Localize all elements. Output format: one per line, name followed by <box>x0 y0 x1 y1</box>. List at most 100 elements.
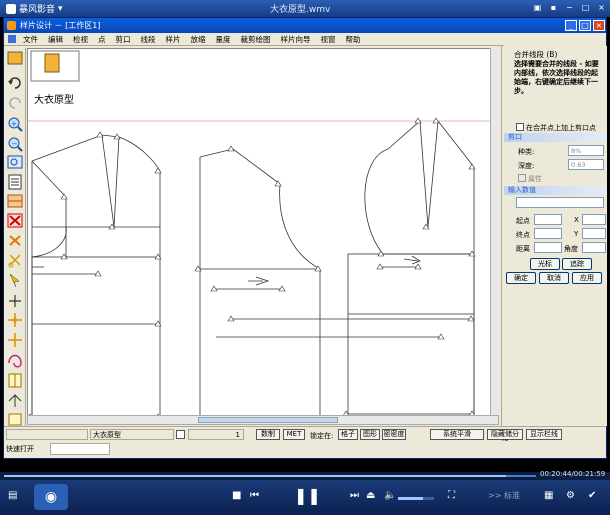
delete-icon[interactable] <box>7 213 23 228</box>
ok-button[interactable]: 确定 <box>506 272 536 284</box>
pin-icon[interactable]: ▪ <box>548 2 559 13</box>
merge-line-icon[interactable] <box>8 394 22 407</box>
app-title: 样片设计 － [工作区1] <box>20 21 101 30</box>
draft-button[interactable]: 数制 <box>256 429 280 440</box>
next-icon[interactable]: ⏭ <box>350 490 359 501</box>
maximize-icon[interactable]: □ <box>580 2 591 13</box>
drawing-canvas[interactable]: 大衣原型 <box>27 48 499 418</box>
type-select[interactable]: 8% <box>568 145 604 156</box>
zoom-in-icon[interactable]: + <box>8 117 23 132</box>
angle-input[interactable] <box>582 242 606 253</box>
menu-piece-wizard[interactable]: 样片向导 <box>276 34 316 45</box>
menu-measure[interactable]: 量度 <box>211 34 236 45</box>
volume-icon[interactable]: 🔈 <box>384 490 396 501</box>
volume-slider[interactable] <box>398 497 434 500</box>
eye-icon[interactable]: ◉ <box>34 484 68 510</box>
split-line-icon[interactable] <box>8 373 22 388</box>
attr-checkbox[interactable] <box>518 174 526 182</box>
menu-edit[interactable]: 编辑 <box>43 34 68 45</box>
quick-open-bar: 快速打开 <box>4 441 606 458</box>
player-brand[interactable]: 暴风影音 ▾ <box>6 2 63 15</box>
standard-button[interactable]: >> 标准 <box>488 490 520 501</box>
undo-icon[interactable] <box>8 77 21 89</box>
quick-open-input[interactable] <box>50 443 110 455</box>
notch-checkbox[interactable] <box>516 123 524 131</box>
pattern-drawing[interactable] <box>28 49 499 418</box>
grid-button[interactable]: 格子 <box>338 429 358 440</box>
playlist-icon[interactable]: ▦ <box>544 490 553 501</box>
menu-view[interactable]: 检视 <box>68 34 93 45</box>
density-button[interactable]: 密密度 <box>382 429 406 440</box>
depth-input[interactable]: 0.63 <box>568 159 604 170</box>
cut-icon[interactable] <box>8 254 21 268</box>
y-input[interactable] <box>582 228 606 239</box>
piece-thumbnail[interactable] <box>30 50 80 82</box>
menu-grade[interactable]: 放缩 <box>186 34 211 45</box>
move-point-icon[interactable] <box>8 313 22 327</box>
apply-button[interactable]: 应用 <box>572 272 602 284</box>
side-bodice-piece[interactable] <box>199 148 473 417</box>
notes-icon[interactable] <box>8 174 22 190</box>
x-input[interactable] <box>582 214 606 225</box>
zoom-out-icon[interactable]: − <box>8 137 23 152</box>
angle-label: 角度 <box>564 245 578 253</box>
hide-lines-button[interactable]: 隐藏储分线 <box>487 429 523 447</box>
progress-track[interactable] <box>4 475 536 477</box>
menu-line[interactable]: 线段 <box>136 34 161 45</box>
player-title-bar: 暴风影音 ▾ 大衣原型.wmv ▣ ▪ − □ × <box>0 0 610 17</box>
shape-button[interactable]: 图形 <box>360 429 380 440</box>
rotate-icon[interactable] <box>8 413 22 426</box>
check-icon[interactable]: ✔ <box>588 490 596 501</box>
front-bodice-piece[interactable] <box>347 120 475 417</box>
app-minimize-icon[interactable]: _ <box>565 20 577 31</box>
lock-label: 锁定在: <box>310 432 334 440</box>
system-smooth-button[interactable]: 系统平滑 <box>430 429 484 440</box>
fullscreen-icon[interactable]: ⛶ <box>448 490 455 501</box>
piece-icon[interactable] <box>7 51 23 65</box>
delete-point-icon[interactable] <box>9 235 21 246</box>
met-button[interactable]: MET <box>283 429 305 440</box>
horizontal-scroll-thumb[interactable] <box>198 417 338 423</box>
status-number-field[interactable]: 1 <box>188 429 244 440</box>
value-input[interactable] <box>516 197 604 208</box>
settings-icon[interactable]: ⚙ <box>566 490 575 501</box>
menu-file[interactable]: 文件 <box>18 34 43 45</box>
redo-icon[interactable] <box>9 97 21 109</box>
cursor-button[interactable]: 光标 <box>530 258 560 270</box>
add-point-icon[interactable] <box>9 295 21 307</box>
status-bar: 大衣原型 1 数制 MET 锁定在: 格子 图形 密密度 系统平滑 隐藏储分线 … <box>4 426 606 447</box>
menu-notch[interactable]: 剪口 <box>111 34 136 45</box>
app-close-icon[interactable]: × <box>593 20 605 31</box>
horizontal-scrollbar[interactable] <box>27 415 499 425</box>
menu-piece[interactable]: 样片 <box>161 34 186 45</box>
previous-icon[interactable]: ⏮ <box>250 490 259 501</box>
status-checkbox[interactable] <box>176 430 185 439</box>
menu-point[interactable]: 点 <box>93 34 111 45</box>
menu-help[interactable]: 帮助 <box>341 34 366 45</box>
toolbox-icon[interactable]: ▤ <box>8 490 17 501</box>
menu-cut-draw[interactable]: 裁剪绘图 <box>236 34 276 45</box>
stop-icon[interactable]: ■ <box>232 490 241 501</box>
select-icon[interactable] <box>9 273 20 288</box>
app-maximize-icon[interactable]: □ <box>579 20 591 31</box>
close-icon[interactable]: × <box>596 2 607 13</box>
menu-window[interactable]: 视窗 <box>316 34 341 45</box>
move-line-icon[interactable] <box>8 333 22 347</box>
vertical-scrollbar[interactable] <box>490 48 499 415</box>
pause-icon[interactable]: ❚❚ <box>294 486 321 505</box>
skin-icon[interactable]: ▣ <box>532 2 543 13</box>
track-button[interactable]: 追踪 <box>562 258 592 270</box>
player-progress-bar[interactable]: 00:20:44/00:21:59 <box>0 470 610 480</box>
zoom-window-icon[interactable] <box>7 155 23 169</box>
distance-input[interactable] <box>534 242 562 253</box>
minimize-icon[interactable]: − <box>564 2 575 13</box>
y-label: Y <box>574 230 579 238</box>
cancel-button[interactable]: 取消 <box>539 272 569 284</box>
eject-icon[interactable]: ⏏ <box>366 490 375 501</box>
end-input[interactable] <box>534 228 562 239</box>
grid-icon[interactable] <box>7 194 23 208</box>
start-input[interactable] <box>534 214 562 225</box>
curve-icon[interactable] <box>8 354 22 368</box>
show-lines-button[interactable]: 显示栏线 <box>526 429 562 440</box>
standard-label: 标准 <box>503 491 520 500</box>
